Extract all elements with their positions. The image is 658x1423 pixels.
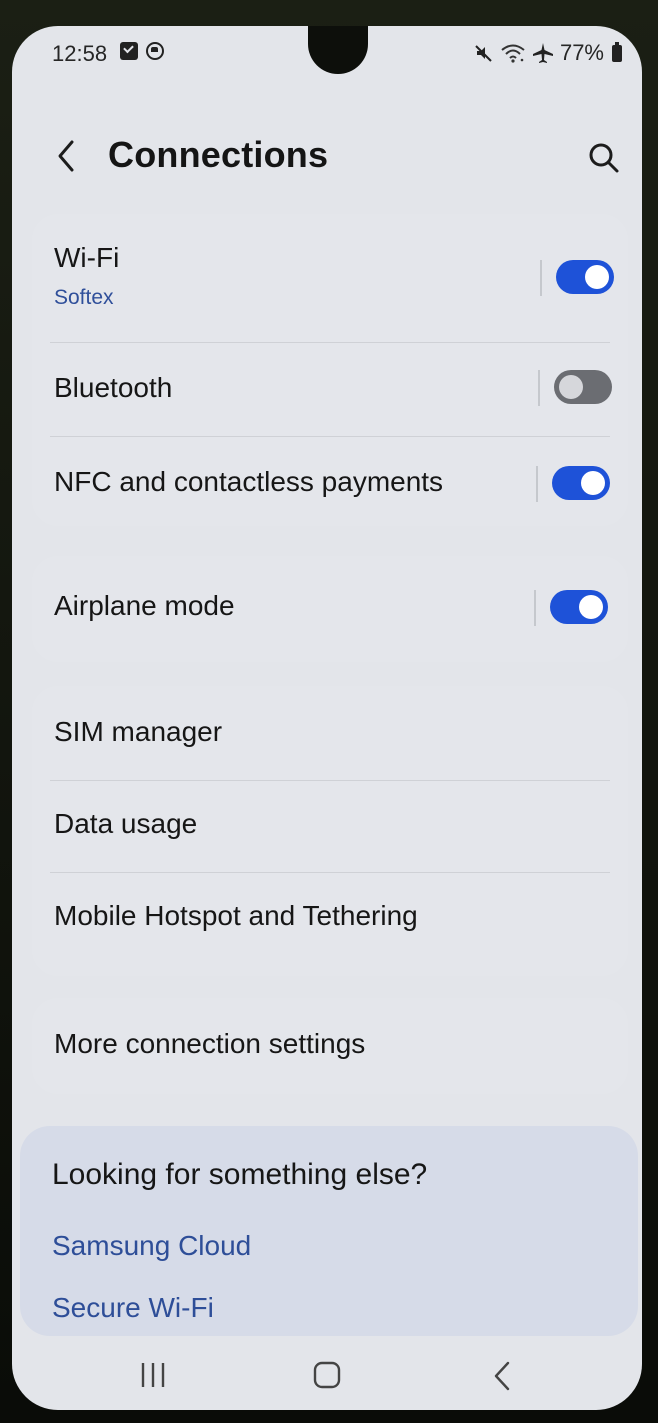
sim-manager-label: SIM manager: [54, 716, 223, 747]
toggle-knob: [559, 375, 583, 399]
battery-icon: [612, 41, 622, 62]
toggle-knob: [581, 471, 605, 495]
secure-wifi-link[interactable]: Secure Wi-Fi: [52, 1292, 214, 1324]
status-right-icons: 77%: [474, 40, 622, 66]
page-title: Connections: [108, 134, 329, 175]
sim-manager-row[interactable]: SIM manager: [32, 686, 628, 780]
battery-percent: 77%: [559, 40, 604, 65]
phone-screen: 12:58 77% Connections Wi-Fi Softex Bluet…: [12, 26, 642, 1410]
toggle-knob: [585, 265, 609, 289]
status-bar: 12:58 77%: [12, 38, 642, 74]
chevron-left-icon[interactable]: [50, 136, 80, 176]
suggestions-title: Looking for something else?: [52, 1158, 428, 1191]
data-usage-row[interactable]: Data usage: [32, 780, 628, 872]
airplane-row[interactable]: Airplane mode: [32, 556, 628, 662]
circle-notification-icon: [146, 42, 164, 60]
nfc-separator: [536, 466, 538, 502]
nfc-toggle[interactable]: [552, 466, 610, 500]
settings-group-airplane: Airplane mode: [32, 556, 628, 662]
notification-icons: [120, 42, 164, 60]
wifi-icon: [501, 44, 525, 63]
nfc-row[interactable]: NFC and contactless payments: [32, 436, 628, 526]
back-nav-icon[interactable]: [490, 1360, 514, 1392]
airplane-toggle[interactable]: [550, 590, 608, 624]
search-icon[interactable]: [586, 140, 622, 176]
more-settings-label: More connection settings: [54, 1028, 366, 1059]
status-time: 12:58: [52, 41, 108, 66]
toggle-knob: [579, 595, 603, 619]
mute-icon: [475, 45, 492, 62]
suggestions-card: Looking for something else? Samsung Clou…: [20, 1126, 638, 1336]
more-settings-row[interactable]: More connection settings: [32, 998, 628, 1094]
hotspot-label: Mobile Hotspot and Tethering: [54, 900, 418, 931]
bluetooth-row[interactable]: Bluetooth: [32, 342, 628, 436]
app-header: Connections: [12, 126, 642, 196]
wifi-row[interactable]: Wi-Fi Softex: [32, 214, 628, 342]
wifi-label: Wi-Fi: [54, 242, 120, 273]
airplane-icon: [532, 43, 553, 63]
navigation-bar: [12, 1344, 642, 1410]
bluetooth-toggle[interactable]: [554, 370, 612, 404]
recents-icon[interactable]: [138, 1360, 168, 1390]
bluetooth-label: Bluetooth: [54, 372, 173, 403]
bluetooth-separator: [538, 370, 540, 406]
checkbox-notification-icon: [120, 42, 138, 60]
settings-group-wireless: Wi-Fi Softex Bluetooth NFC and contactle…: [32, 214, 628, 526]
settings-group-mobile: SIM manager Data usage Mobile Hotspot an…: [32, 686, 628, 976]
data-usage-label: Data usage: [54, 808, 198, 839]
airplane-separator: [534, 590, 536, 626]
nfc-label: NFC and contactless payments: [54, 466, 444, 497]
wifi-separator: [540, 260, 542, 296]
wifi-network-name: Softex: [54, 286, 114, 309]
samsung-cloud-link[interactable]: Samsung Cloud: [52, 1230, 251, 1262]
airplane-label: Airplane mode: [54, 590, 235, 621]
hotspot-row[interactable]: Mobile Hotspot and Tethering: [32, 872, 628, 976]
settings-group-more: More connection settings: [32, 998, 628, 1094]
wifi-toggle[interactable]: [556, 260, 614, 294]
home-icon[interactable]: [312, 1360, 342, 1390]
